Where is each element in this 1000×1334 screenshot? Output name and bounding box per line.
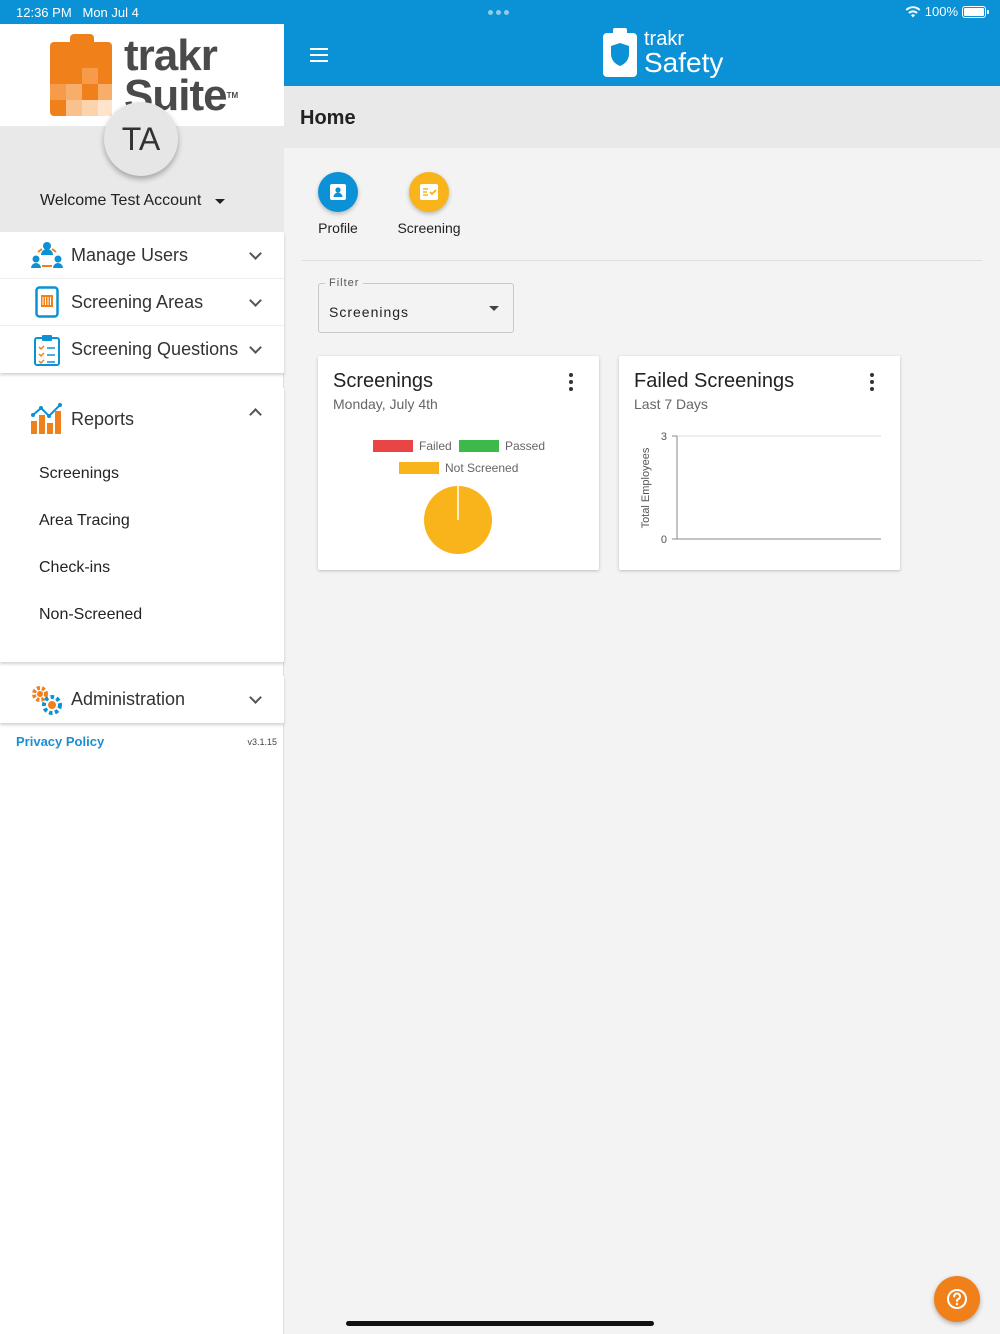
status-right: 100% (905, 4, 989, 19)
battery-percent: 100% (924, 4, 958, 19)
chevron-down-icon (249, 294, 262, 307)
sidebar-subitem-non-screened[interactable]: Non-Screened (0, 591, 284, 638)
home-indicator[interactable] (346, 1321, 654, 1326)
screening-label: Screening (397, 220, 461, 236)
sidebar-item-manage-users[interactable]: Manage Users (0, 232, 284, 279)
card-subtitle: Last 7 Days (634, 396, 708, 412)
caret-down-icon (215, 198, 226, 204)
chevron-down-icon (249, 247, 262, 260)
app-version: v3.1.15 (247, 737, 277, 747)
profile-button[interactable] (318, 172, 358, 212)
page-title-bar: Home (284, 86, 1000, 148)
avatar[interactable]: TA (104, 102, 178, 176)
screenings-pie-chart[interactable] (418, 480, 498, 560)
admin-menu: Administration (0, 676, 284, 723)
bar-chart-icon (30, 403, 64, 435)
sidebar-item-reports[interactable]: Reports (0, 388, 284, 450)
screening-action[interactable]: Screening (392, 172, 466, 236)
multitask-dots[interactable] (488, 10, 509, 15)
card-subtitle: Monday, July 4th (333, 396, 438, 412)
chevron-down-icon (249, 341, 262, 354)
failed-screenings-line-chart[interactable]: Total Employees 3 0 (619, 416, 900, 546)
page-title: Home (300, 107, 356, 129)
clipboard-shield-icon (603, 28, 637, 77)
screening-button[interactable] (409, 172, 449, 212)
y-tick-0: 0 (661, 534, 667, 546)
filter-label: Filter (325, 277, 364, 289)
reports-menu: Reports Screenings Area Tracing Check-in… (0, 388, 284, 662)
sidebar-subitem-screenings[interactable]: Screenings (0, 450, 284, 497)
privacy-policy-link[interactable]: Privacy Policy (16, 734, 104, 749)
legend-swatch-failed (373, 440, 413, 452)
help-button[interactable] (934, 1276, 980, 1322)
trakr-suite-logo-icon (50, 34, 112, 116)
battery-icon (962, 5, 989, 18)
account-menu-toggle[interactable]: Welcome Test Account (40, 192, 226, 210)
sidebar-subitem-area-tracing[interactable]: Area Tracing (0, 497, 284, 544)
gears-icon (30, 684, 64, 716)
card-title: Screenings (333, 370, 434, 392)
tablet-barcode-icon (30, 286, 64, 318)
y-tick-3: 3 (661, 431, 667, 443)
status-time: 12:36 PM Mon Jul 4 (16, 5, 139, 20)
card-title: Failed Screenings (634, 370, 795, 392)
filter-value: Screenings (329, 304, 410, 320)
section-divider (302, 260, 982, 261)
legend-item-passed[interactable]: Passed (459, 439, 545, 453)
help-icon (947, 1289, 967, 1309)
clipboard-checklist-icon (30, 334, 64, 366)
profile-action[interactable]: Profile (317, 172, 359, 236)
app-bar: trakr Safety (284, 24, 1000, 86)
legend-swatch-not-screened (399, 462, 439, 474)
failed-screenings-card: Failed Screenings Last 7 Days Total Empl… (619, 356, 900, 570)
checklist-icon (420, 184, 438, 200)
sidebar-item-screening-areas[interactable]: Screening Areas (0, 279, 284, 326)
filter-select[interactable]: Filter Screenings (318, 277, 514, 333)
trakr-safety-logo: trakr Safety (602, 28, 723, 78)
dropdown-arrow-icon (489, 306, 499, 311)
legend-item-failed[interactable]: Failed (373, 439, 452, 453)
chevron-up-icon (249, 408, 262, 421)
more-vert-icon[interactable] (569, 373, 573, 391)
sidebar-subitem-check-ins[interactable]: Check-ins (0, 544, 284, 591)
status-bar: 12:36 PM Mon Jul 4 100% (0, 0, 1000, 24)
screenings-card: Screenings Monday, July 4th Failed Passe… (318, 356, 599, 570)
profile-card-icon (330, 184, 346, 200)
users-network-icon (30, 239, 64, 271)
legend-item-not-screened[interactable]: Not Screened (399, 461, 518, 475)
main-menu: Manage Users Screening Areas Screening Q… (0, 232, 284, 373)
profile-label: Profile (318, 220, 358, 236)
chevron-down-icon (249, 691, 262, 704)
y-axis-label: Total Employees (640, 447, 652, 528)
legend-swatch-passed (459, 440, 499, 452)
wifi-icon (905, 5, 921, 17)
more-vert-icon[interactable] (870, 373, 874, 391)
sidebar-item-screening-questions[interactable]: Screening Questions (0, 326, 284, 373)
sidebar-item-administration[interactable]: Administration (0, 676, 284, 723)
hamburger-menu-icon[interactable] (310, 48, 328, 62)
sidebar: trakr SuiteTM TA Welcome Test Account Ma… (0, 24, 284, 1334)
welcome-text: Welcome Test Account (40, 192, 202, 209)
